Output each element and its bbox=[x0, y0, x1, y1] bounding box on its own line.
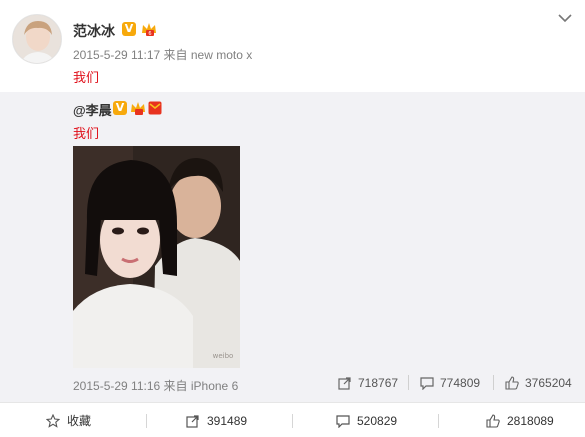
forward-button[interactable]: 391489 bbox=[186, 403, 247, 437]
avatar[interactable] bbox=[12, 14, 62, 64]
comment-button[interactable]: 520829 bbox=[336, 403, 397, 437]
original-like-stat[interactable]: 3765204 bbox=[505, 375, 572, 391]
crown-icon[interactable] bbox=[130, 100, 146, 116]
original-author[interactable]: @李晨 bbox=[73, 100, 112, 119]
author-name[interactable]: 范冰冰 bbox=[73, 21, 115, 41]
v-badge-icon[interactable]: V bbox=[122, 22, 136, 36]
original-timestamp[interactable]: 2015-5-29 11:16 bbox=[73, 379, 160, 393]
forward-icon bbox=[338, 377, 351, 390]
original-forward-stat[interactable]: 718767 bbox=[338, 375, 398, 391]
thumbs-up-icon bbox=[505, 376, 519, 390]
post-header: 范冰冰 V 6 2015-5-29 11:17 来自 new moto x 我们 bbox=[0, 0, 585, 92]
forward-icon bbox=[186, 414, 199, 428]
thumbs-up-icon bbox=[486, 413, 500, 428]
divider bbox=[292, 414, 293, 428]
favorite-button[interactable]: 收藏 bbox=[46, 403, 91, 437]
divider bbox=[438, 414, 439, 428]
original-like-count: 3765204 bbox=[525, 376, 572, 390]
post-source[interactable]: 来自 new moto x bbox=[164, 48, 253, 62]
divider bbox=[408, 375, 409, 390]
divider bbox=[146, 414, 147, 428]
original-meta: 2015-5-29 11:16 来自 iPhone 6 bbox=[73, 377, 238, 394]
favorite-label: 收藏 bbox=[67, 414, 92, 428]
comment-icon bbox=[336, 414, 350, 428]
like-button[interactable]: 2818089 bbox=[486, 403, 554, 437]
divider bbox=[493, 375, 494, 390]
post-timestamp[interactable]: 2015-5-29 11:17 bbox=[73, 48, 160, 62]
svg-text:6: 6 bbox=[148, 31, 151, 37]
post-meta: 2015-5-29 11:17 来自 new moto x bbox=[73, 46, 252, 63]
forward-count: 391489 bbox=[207, 413, 248, 428]
original-forward-count: 718767 bbox=[358, 376, 399, 390]
original-comment-stat[interactable]: 774809 bbox=[420, 375, 480, 391]
post-photo[interactable]: weibo bbox=[73, 146, 240, 368]
action-bar: 收藏 391489 520829 2818089 bbox=[0, 402, 585, 437]
v-badge-icon[interactable]: V bbox=[113, 101, 127, 115]
svg-text:weibo: weibo bbox=[213, 352, 234, 360]
original-comment-count: 774809 bbox=[440, 376, 481, 390]
like-count: 2818089 bbox=[507, 413, 554, 428]
photo-image: weibo bbox=[73, 146, 240, 368]
chevron-down-icon[interactable] bbox=[558, 13, 572, 23]
comment-count: 520829 bbox=[357, 413, 398, 428]
original-text: 我们 bbox=[73, 126, 100, 141]
crown-icon[interactable]: 6 bbox=[141, 21, 157, 37]
red-envelope-icon[interactable] bbox=[148, 101, 162, 115]
repost-card: @李晨 V 我们 weibo 2015-5-29 11:16 来自 iPhone… bbox=[0, 92, 585, 402]
avatar-image bbox=[13, 15, 61, 63]
post-text: 我们 bbox=[73, 70, 100, 85]
star-icon bbox=[46, 413, 60, 428]
comment-icon bbox=[420, 377, 434, 390]
original-source[interactable]: 来自 iPhone 6 bbox=[164, 379, 239, 393]
